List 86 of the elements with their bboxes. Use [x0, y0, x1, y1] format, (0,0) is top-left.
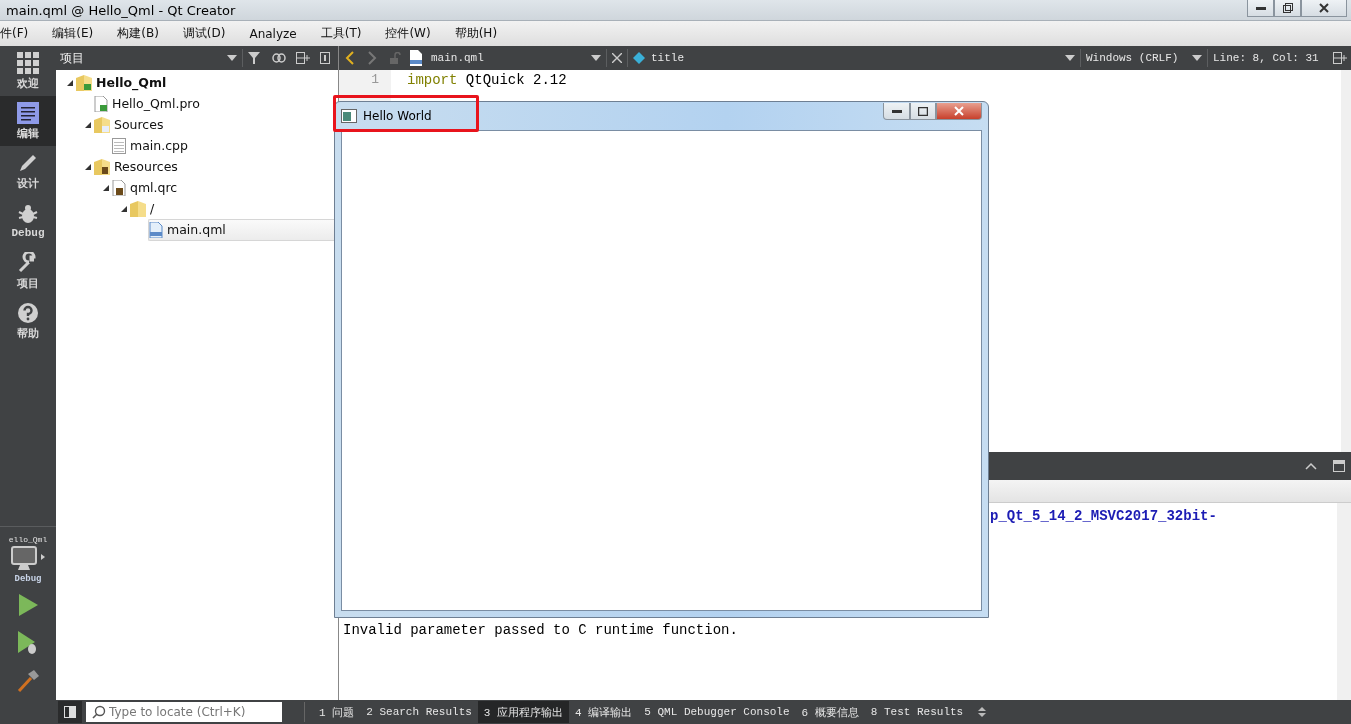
project-name: ello_Qml	[8, 535, 48, 544]
diamond-icon	[633, 52, 645, 64]
menu-item[interactable]: Analyze	[235, 26, 307, 41]
maximize-icon	[918, 106, 928, 116]
folder-icon	[130, 200, 146, 217]
output-pane-tab[interactable]: 5 QML Debugger Console	[638, 701, 796, 723]
qml-file-icon	[149, 221, 163, 238]
output-pane-tab[interactable]: 8 Test Results	[864, 701, 970, 723]
mode-button[interactable]: 欢迎	[0, 46, 56, 96]
close-icon	[1319, 3, 1329, 13]
app-window-title: Hello World	[363, 109, 433, 123]
line-ending[interactable]: Windows (CRLF)	[1086, 52, 1192, 64]
line-number: 1	[371, 71, 379, 89]
dropdown-caret-icon[interactable]	[1192, 55, 1202, 61]
mode-button[interactable]: 帮助	[0, 296, 56, 346]
bug-icon	[17, 203, 39, 225]
sidebar-toggle[interactable]	[58, 701, 82, 723]
close-button[interactable]	[936, 103, 982, 120]
text-file-icon	[112, 137, 126, 154]
menu-item[interactable]: 调试(D)	[168, 25, 236, 42]
mode-button[interactable]: 编辑	[0, 96, 56, 146]
tree-item[interactable]: Sources	[94, 114, 170, 135]
split-icon[interactable]	[296, 52, 310, 64]
up-down-arrows-icon[interactable]	[977, 706, 988, 718]
folder-icon	[94, 116, 110, 133]
grid-icon	[17, 51, 39, 74]
search-icon	[92, 705, 106, 719]
qml-file-icon	[409, 50, 423, 66]
tree-item[interactable]: qml.qrc	[112, 177, 184, 198]
tree-item[interactable]: Hello_Qml.pro	[94, 93, 206, 114]
code-line: import QtQuick 2.12	[407, 71, 567, 90]
output-pane-tab[interactable]: 6 概要信息	[795, 701, 865, 723]
link-icon[interactable]	[272, 53, 286, 63]
tree-item[interactable]: /	[130, 198, 161, 219]
symbol-name[interactable]: title	[651, 52, 1065, 64]
mode-button[interactable]: 项目	[0, 246, 56, 296]
tree-item[interactable]: main.cpp	[112, 135, 194, 156]
restore-button[interactable]	[1274, 0, 1301, 17]
output-pane-tab[interactable]: 2 Search Results	[360, 701, 478, 723]
menu-item[interactable]: 构建(B)	[103, 25, 169, 42]
output-pane-tab[interactable]: 3 应用程序输出	[477, 701, 570, 723]
output-pane-tab[interactable]: 1 问题	[313, 701, 361, 723]
window-icon	[341, 109, 357, 123]
menu-item[interactable]: 工具(T)	[306, 25, 372, 42]
output-link[interactable]: p_Qt_5_14_2_MSVC2017_32bit-	[990, 506, 1217, 526]
output-line: Invalid parameter passed to C runtime function.	[343, 621, 738, 640]
locator-field[interactable]: Type to locate (Ctrl+K)	[86, 702, 282, 722]
dropdown-caret-icon[interactable]	[1065, 55, 1075, 61]
menu-item[interactable]: 件(F)	[0, 25, 39, 42]
folder-icon	[94, 158, 110, 175]
minimize-button[interactable]	[1247, 0, 1274, 17]
dropdown-caret-icon[interactable]	[227, 55, 237, 61]
document-icon	[17, 101, 39, 124]
minimize-icon	[891, 109, 902, 113]
file-name[interactable]: main.qml	[431, 52, 591, 64]
restore-icon	[1282, 3, 1293, 13]
cursor-position: Line: 8, Col: 31	[1213, 52, 1320, 64]
menu-item[interactable]: 帮助(H)	[440, 25, 508, 42]
minimize-icon	[1255, 6, 1266, 10]
menu-item[interactable]: 控件(W)	[371, 25, 441, 42]
maximize-button[interactable]	[910, 103, 936, 120]
help-icon	[17, 301, 39, 324]
caret-up-icon[interactable]	[1305, 462, 1317, 470]
close-button[interactable]	[1301, 0, 1347, 17]
window-title: main.qml @ Hello_Qml - Qt Creator	[5, 2, 237, 18]
tree-item[interactable]: Resources	[94, 156, 184, 177]
filter-icon[interactable]	[248, 52, 262, 64]
maximize-icon[interactable]	[1333, 460, 1345, 472]
kit-selector[interactable]: Debug	[10, 544, 46, 586]
menu-item[interactable]: 编辑(E)	[38, 25, 104, 42]
folder-icon	[76, 74, 92, 91]
panel-title: 项目	[59, 49, 85, 67]
sidebar-icon	[64, 706, 76, 718]
minimize-button[interactable]	[883, 103, 910, 120]
mode-button[interactable]: Debug	[0, 196, 56, 246]
mode-button[interactable]: 设计	[0, 146, 56, 196]
output-pane-tab[interactable]: 4 编译输出	[569, 701, 639, 723]
close-panel-icon[interactable]	[320, 52, 330, 64]
close-icon[interactable]	[612, 53, 622, 63]
tree-item[interactable]: Hello_Qml	[76, 72, 173, 93]
split-icon[interactable]	[1333, 52, 1347, 64]
file-icon	[94, 95, 108, 112]
file-icon	[112, 179, 126, 196]
wrench-icon	[17, 251, 39, 274]
close-icon	[954, 106, 964, 116]
dropdown-caret-icon[interactable]	[591, 55, 601, 61]
